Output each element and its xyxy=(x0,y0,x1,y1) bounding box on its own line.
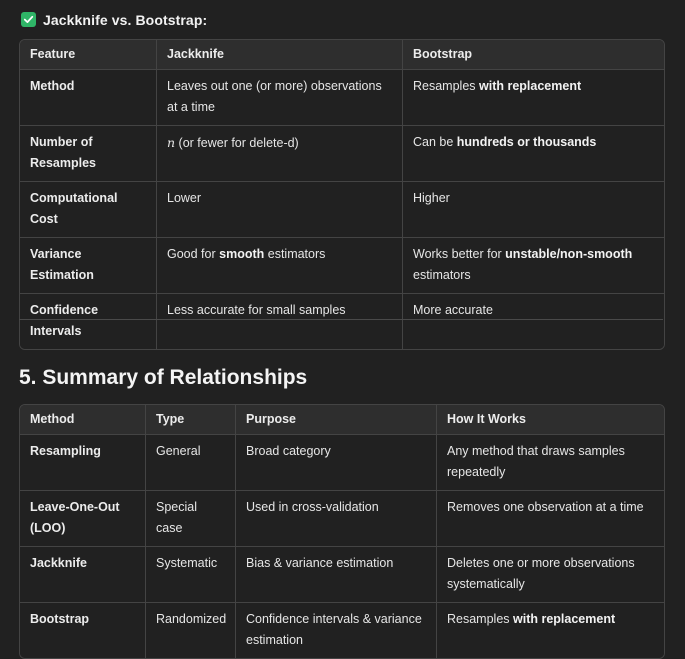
jackknife-cell: n (or fewer for delete-d) xyxy=(157,126,403,182)
bootstrap-cell: Can be hundreds or thousands xyxy=(403,126,664,182)
type-cell: General xyxy=(146,435,236,491)
method-cell: Bootstrap xyxy=(20,603,146,658)
cell-text: Can be xyxy=(413,135,457,149)
section-title: 5. Summary of Relationships xyxy=(19,366,308,389)
section-divider xyxy=(19,319,663,320)
bold-text: smooth xyxy=(219,247,265,261)
column-header: Type xyxy=(146,405,236,435)
method-cell: Resampling xyxy=(20,435,146,491)
feature-cell: Variance Estimation xyxy=(20,238,157,294)
comparison-heading: Jackknife vs. Bootstrap: xyxy=(19,11,207,28)
table-row: Confidence Intervals Less accurate for sm… xyxy=(20,294,664,349)
bold-text: hundreds or thousands xyxy=(456,135,597,149)
table-row: Computational Cost Lower Higher xyxy=(20,182,664,238)
column-header: Purpose xyxy=(236,405,437,435)
bootstrap-cell: Works better for unstable/non-smooth est… xyxy=(403,238,664,294)
cell-text: Good for xyxy=(167,247,220,261)
jackknife-cell: Less accurate for small samples xyxy=(157,294,403,349)
cell-text: Works better for xyxy=(413,247,506,261)
purpose-cell: Used in cross-validation xyxy=(236,491,437,547)
how-it-works-cell: Removes one observation at a time xyxy=(437,491,664,547)
table-row: Variance Estimation Good for smooth estim… xyxy=(20,238,664,294)
cell-text: Deletes one or more observations systema… xyxy=(447,556,635,591)
bootstrap-cell: More accurate xyxy=(403,294,664,349)
comparison-table: Feature Jackknife Bootstrap Method Leaves… xyxy=(19,39,665,350)
jackknife-cell: Lower xyxy=(157,182,403,238)
bold-text: with replacement xyxy=(479,79,582,93)
type-cell: Systematic xyxy=(146,547,236,603)
cell-text: (or fewer for delete-d) xyxy=(175,136,299,150)
method-cell: Leave-One-Out (LOO) xyxy=(20,491,146,547)
table-header-row: Method Type Purpose How It Works xyxy=(20,405,664,435)
cell-text: Higher xyxy=(413,191,450,205)
cell-text: n xyxy=(167,135,176,150)
table-row: Bootstrap Randomized Confidence intervals … xyxy=(20,603,664,658)
purpose-cell: Confidence intervals & variance estimati… xyxy=(236,603,437,658)
type-cell: Special case xyxy=(146,491,236,547)
cell-text: Any method that draws samples repeatedly xyxy=(447,444,625,479)
column-header: Method xyxy=(20,405,146,435)
type-cell: Randomized xyxy=(146,603,236,658)
purpose-cell: Bias & variance estimation xyxy=(236,547,437,603)
table-header-row: Feature Jackknife Bootstrap xyxy=(20,40,664,70)
feature-cell: Number of Resamples xyxy=(20,126,157,182)
feature-cell: Method xyxy=(20,70,157,126)
column-header: Jackknife xyxy=(157,40,403,70)
column-header: Bootstrap xyxy=(403,40,664,70)
feature-cell: Confidence Intervals xyxy=(20,294,157,349)
column-header: Feature xyxy=(20,40,157,70)
method-cell: Jackknife xyxy=(20,547,146,603)
cell-text: Removes one observation at a time xyxy=(447,500,644,514)
how-it-works-cell: Resamples with replacement xyxy=(437,603,664,658)
jackknife-cell: Leaves out one (or more) observations at… xyxy=(157,70,403,126)
how-it-works-cell: Any method that draws samples repeatedly xyxy=(437,435,664,491)
feature-cell: Computational Cost xyxy=(20,182,157,238)
check-box-icon xyxy=(21,12,36,27)
cell-text: Resamples xyxy=(447,612,513,626)
cell-text: Lower xyxy=(167,191,202,205)
column-header: How It Works xyxy=(437,405,664,435)
table-row: Jackknife Systematic Bias & variance estim… xyxy=(20,547,664,603)
cell-text: Less accurate for small samples xyxy=(167,303,346,317)
table-row: Method Leaves out one (or more) observati… xyxy=(20,70,664,126)
bootstrap-cell: Resamples with replacement xyxy=(403,70,664,126)
jackknife-cell: Good for smooth estimators xyxy=(157,238,403,294)
cell-text: More accurate xyxy=(413,303,493,317)
table-row: Leave-One-Out (LOO) Special case Used in c… xyxy=(20,491,664,547)
how-it-works-cell: Deletes one or more observations systema… xyxy=(437,547,664,603)
bold-text: unstable/non-smooth xyxy=(505,247,633,261)
comparison-heading-text: Jackknife vs. Bootstrap: xyxy=(43,11,208,28)
cell-text: estimators xyxy=(264,247,326,261)
bold-text: with replacement xyxy=(513,612,616,626)
table-row: Number of Resamples n (or fewer for delet… xyxy=(20,126,664,182)
purpose-cell: Broad category xyxy=(236,435,437,491)
summary-table: Method Type Purpose How It Works Resampl… xyxy=(19,404,665,659)
cell-text: Leaves out one (or more) observations at… xyxy=(167,79,382,114)
table-row: Resampling General Broad category Any metho… xyxy=(20,435,664,491)
cell-text: estimators xyxy=(413,268,471,282)
cell-text: Resamples xyxy=(413,79,479,93)
bootstrap-cell: Higher xyxy=(403,182,664,238)
